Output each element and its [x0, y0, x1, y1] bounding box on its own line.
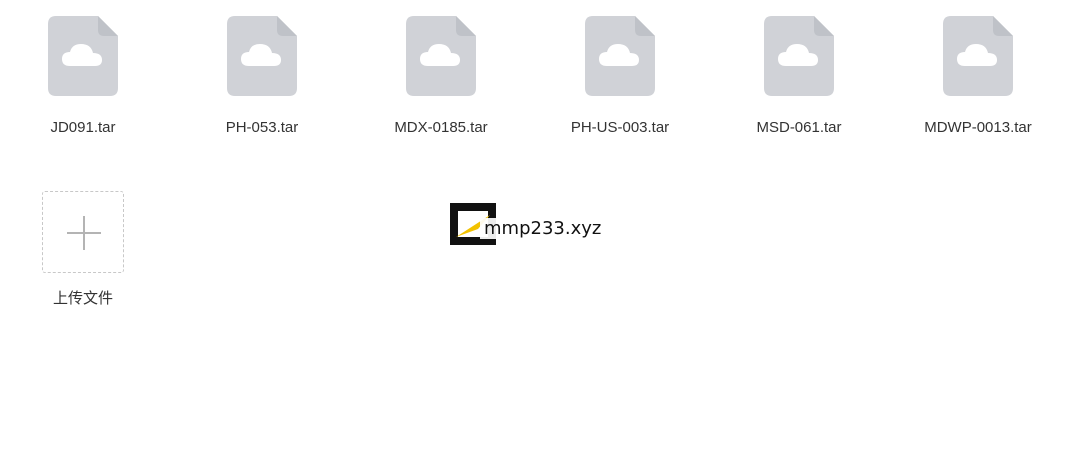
file-grid: JD091.tar PH-053.tar MDX-0185.tar PH-US-… — [0, 0, 1080, 160]
watermark-text: mmp233.xyz — [480, 218, 606, 239]
watermark: mmp233.xyz — [448, 200, 628, 250]
file-item[interactable]: PH-053.tar — [187, 16, 337, 138]
file-name: MDX-0185.tar — [394, 119, 488, 136]
cloud-file-icon — [764, 16, 834, 96]
file-name: PH-US-003.tar — [570, 119, 670, 136]
cloud-file-icon — [48, 16, 118, 96]
plus-icon — [67, 216, 101, 250]
file-item[interactable]: MSD-061.tar — [724, 16, 874, 138]
cloud-file-icon — [585, 16, 655, 96]
upload-label: 上传文件 — [52, 290, 113, 307]
file-name: JD091.tar — [50, 119, 116, 136]
upload-dropzone[interactable] — [42, 191, 124, 273]
file-name: MDWP-0013.tar — [924, 119, 1032, 136]
file-item[interactable]: MDWP-0013.tar — [903, 16, 1053, 138]
cloud-file-icon — [227, 16, 297, 96]
file-item[interactable]: JD091.tar — [8, 16, 158, 138]
cloud-file-icon — [943, 16, 1013, 96]
file-item[interactable]: MDX-0185.tar — [366, 16, 516, 138]
upload-file-button[interactable]: 上传文件 — [38, 191, 128, 309]
file-item[interactable]: PH-US-003.tar — [545, 16, 695, 138]
file-name: MSD-061.tar — [756, 119, 842, 136]
cloud-file-icon — [406, 16, 476, 96]
file-name: PH-053.tar — [225, 119, 299, 136]
